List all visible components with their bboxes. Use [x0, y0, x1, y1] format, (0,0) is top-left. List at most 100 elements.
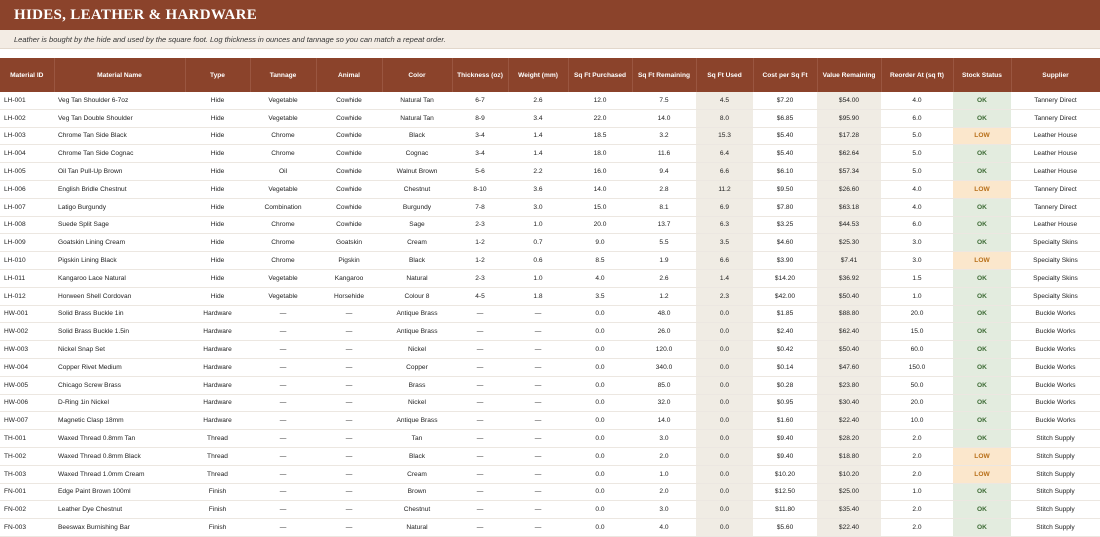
table-cell[interactable]: 0.0	[696, 358, 753, 377]
table-cell[interactable]: Natural	[382, 518, 452, 537]
table-cell[interactable]: Cowhide	[316, 180, 382, 199]
table-cell[interactable]: Natural Tan	[382, 92, 452, 110]
table-cell[interactable]: OK	[953, 500, 1011, 520]
table-cell[interactable]: $30.40	[817, 394, 881, 413]
table-cell[interactable]: $36.92	[817, 269, 881, 288]
table-cell[interactable]: 26.0	[632, 322, 696, 342]
table-cell[interactable]: Tan	[382, 429, 452, 448]
table-cell[interactable]: $14.20	[753, 269, 817, 288]
table-cell[interactable]: 0.0	[696, 394, 753, 413]
table-cell[interactable]: TH-001	[0, 429, 54, 448]
table-cell[interactable]: $7.20	[753, 92, 817, 110]
table-cell[interactable]: 6.4	[696, 144, 753, 164]
table-cell[interactable]: —	[452, 305, 508, 324]
table-cell[interactable]: OK	[953, 162, 1011, 181]
table-cell[interactable]: 1.2	[632, 287, 696, 306]
table-cell[interactable]: 6.0	[881, 109, 953, 128]
table-cell[interactable]: LOW	[953, 465, 1011, 484]
table-cell[interactable]: OK	[953, 394, 1011, 413]
table-cell[interactable]: —	[250, 376, 316, 395]
table-cell[interactable]: $28.20	[817, 429, 881, 448]
column-header[interactable]: Cost per Sq Ft	[753, 58, 818, 92]
table-cell[interactable]: Veg Tan Double Shoulder	[54, 109, 185, 128]
table-cell[interactable]: 6.0	[881, 216, 953, 235]
table-cell[interactable]: LOW	[953, 127, 1011, 146]
table-cell[interactable]: —	[452, 376, 508, 395]
table-cell[interactable]: $63.18	[817, 198, 881, 217]
table-cell[interactable]: Leather Dye Chestnut	[54, 500, 185, 520]
table-cell[interactable]: LH-002	[0, 109, 54, 128]
table-cell[interactable]: 0.7	[508, 233, 568, 253]
table-cell[interactable]: 4.0	[881, 180, 953, 199]
table-cell[interactable]: 1.4	[508, 144, 568, 164]
table-cell[interactable]: 1.4	[696, 269, 753, 288]
table-cell[interactable]: —	[250, 340, 316, 359]
table-cell[interactable]: HW-007	[0, 411, 54, 431]
table-cell[interactable]: Chrome	[250, 216, 316, 235]
table-cell[interactable]: OK	[953, 358, 1011, 377]
table-cell[interactable]: Vegetable	[250, 180, 316, 199]
table-cell[interactable]: —	[316, 518, 382, 537]
table-cell[interactable]: $54.00	[817, 92, 881, 110]
table-cell[interactable]: HW-005	[0, 376, 54, 395]
table-cell[interactable]: —	[316, 447, 382, 466]
table-cell[interactable]: Stitch Supply	[1011, 429, 1100, 448]
table-cell[interactable]: Antique Brass	[382, 411, 452, 431]
table-cell[interactable]: Cognac	[382, 144, 452, 164]
table-cell[interactable]: $18.80	[817, 447, 881, 466]
table-cell[interactable]: 4-5	[452, 287, 508, 306]
table-cell[interactable]: Hide	[185, 233, 250, 253]
table-cell[interactable]: LH-003	[0, 127, 54, 146]
table-cell[interactable]: 6-7	[452, 92, 508, 110]
table-cell[interactable]: 13.7	[632, 216, 696, 235]
table-cell[interactable]: HW-002	[0, 322, 54, 342]
table-cell[interactable]: 4.0	[881, 198, 953, 217]
table-cell[interactable]: $62.40	[817, 322, 881, 342]
table-cell[interactable]: HW-004	[0, 358, 54, 377]
table-cell[interactable]: Waxed Thread 0.8mm Black	[54, 447, 185, 466]
table-cell[interactable]: 18.0	[568, 144, 632, 164]
table-cell[interactable]: OK	[953, 109, 1011, 128]
table-cell[interactable]: —	[508, 429, 568, 448]
column-header[interactable]: Animal	[316, 58, 383, 92]
table-cell[interactable]: 60.0	[881, 340, 953, 359]
column-header[interactable]: Tannage	[250, 58, 317, 92]
table-cell[interactable]: 20.0	[881, 305, 953, 324]
table-cell[interactable]: 3.0	[632, 500, 696, 520]
table-cell[interactable]: Hide	[185, 269, 250, 288]
table-cell[interactable]: Hide	[185, 92, 250, 110]
table-cell[interactable]: —	[250, 518, 316, 537]
table-cell[interactable]: Stitch Supply	[1011, 500, 1100, 520]
table-cell[interactable]: $0.28	[753, 376, 817, 395]
table-cell[interactable]: —	[452, 358, 508, 377]
table-cell[interactable]: $5.40	[753, 144, 817, 164]
table-cell[interactable]: 5.5	[632, 233, 696, 253]
table-cell[interactable]: Black	[382, 127, 452, 146]
table-cell[interactable]: 10.0	[881, 411, 953, 431]
table-cell[interactable]: —	[452, 465, 508, 484]
table-cell[interactable]: $23.80	[817, 376, 881, 395]
table-cell[interactable]: LH-011	[0, 269, 54, 288]
table-cell[interactable]: Chestnut	[382, 180, 452, 199]
table-cell[interactable]: Black	[382, 251, 452, 270]
table-cell[interactable]: $10.20	[753, 465, 817, 484]
table-cell[interactable]: Hardware	[185, 322, 250, 342]
table-cell[interactable]: OK	[953, 411, 1011, 431]
table-cell[interactable]: Sage	[382, 216, 452, 235]
table-cell[interactable]: Magnetic Clasp 18mm	[54, 411, 185, 431]
table-cell[interactable]: Hardware	[185, 411, 250, 431]
table-cell[interactable]: 3.5	[696, 233, 753, 253]
table-cell[interactable]: 8.0	[696, 109, 753, 128]
table-cell[interactable]: $12.50	[753, 483, 817, 502]
table-cell[interactable]: 3-4	[452, 144, 508, 164]
table-cell[interactable]: Black	[382, 447, 452, 466]
table-cell[interactable]: 2.6	[508, 92, 568, 110]
table-cell[interactable]: —	[316, 305, 382, 324]
table-cell[interactable]: 0.0	[696, 447, 753, 466]
table-cell[interactable]: $42.00	[753, 287, 817, 306]
column-header[interactable]: Thickness (oz)	[452, 58, 509, 92]
table-cell[interactable]: LOW	[953, 447, 1011, 466]
table-cell[interactable]: —	[508, 465, 568, 484]
table-cell[interactable]: Buckle Works	[1011, 358, 1100, 377]
table-cell[interactable]: —	[508, 322, 568, 342]
